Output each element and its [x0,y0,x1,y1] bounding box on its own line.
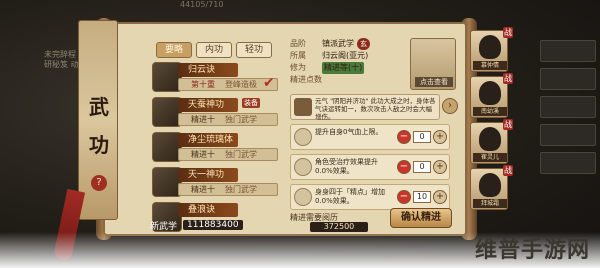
skill-level: 精进十 独门武学 [178,148,278,161]
martial-arts-banner: 武 功 ? [78,20,118,220]
skill-portrait[interactable]: 点击查看 [410,38,456,90]
currency-count: 111883400 [183,220,243,230]
character-name: 崔灵儿 [473,153,507,162]
skill-name: 天一神功 [178,168,238,182]
new-skill-label: 新武学 [150,221,178,232]
attr-value: 镇派武学 [322,39,354,48]
skill-description: 元气 "阴阳并济功" 此功大成之时，身体各气诀运转如一，数次攻击人敌之时会大幅增… [290,94,440,121]
rank-badge: 玄 [357,38,370,50]
minus-button[interactable]: − [397,190,411,204]
skill-tag: 独门武学 [225,185,257,194]
upgrade-text: 角色受治疗效果提升0.0%效果。 [315,158,378,175]
upgrade-row: 提升自身0气血上限。 − 0 + [290,124,450,150]
attr-key: 修为 [290,63,306,72]
upgrade-row: 角色受治疗效果提升0.0%效果。 − 0 + [290,154,450,180]
menu-slot[interactable] [540,96,596,118]
buff-icon [294,188,312,206]
skill-level-text: 精进十 [191,150,215,159]
banner-char: 武 [89,95,109,119]
attr-value: 归云阁(亚元) [322,51,369,60]
skill-name: 归云诀 [178,63,238,77]
refine-bar: 精进需要阅历 372500 确认精进 [290,208,460,232]
banner-char: 功 [89,133,109,157]
site-watermark: 维普手游网 [474,237,590,263]
skill-detail: 品阶 镇派武学 玄 所属 归云阁(亚元) 修为 精进等(十) 精进点数 点击查看… [290,38,460,210]
skill-list: 归云诀 第十重 登峰造极 ✔ 天蚕神功 装备 精进十 独门武学 净尘琉璃体 精进十独… [150,62,280,237]
plus-button[interactable]: + [433,130,447,144]
skill-level: 精进十 独门武学 [178,113,278,126]
skill-tag: 独门武学 [225,150,257,159]
skill-item[interactable]: 天蚕神功 装备 精进十 独门武学 [150,97,280,129]
skill-item[interactable]: 净尘琉璃体 精进十 独门武学 [150,132,280,164]
upgrade-row: 身身四于「精点」增加0.0%效果。 − 10 + [290,184,450,210]
battle-badge: 战 [503,119,513,130]
attr-key: 品阶 [290,39,306,48]
next-arrow-icon[interactable]: › [442,98,458,114]
minus-button[interactable]: − [397,130,411,144]
background-side-menu [540,40,596,180]
menu-slot[interactable] [540,152,596,174]
menu-slot[interactable] [540,124,596,146]
tab-overview[interactable]: 要略 [156,42,192,58]
skill-desc-icon [294,98,312,116]
help-icon[interactable]: ? [91,175,107,191]
portrait-caption: 点击查看 [415,77,453,87]
character-card[interactable]: 战 崔灵儿 [470,119,513,164]
tab-light-skill[interactable]: 轻功 [236,42,272,58]
skill-level-text: 精进十 [191,185,215,194]
skill-level-text: 精进十 [191,115,215,124]
skill-name: 叠浪诀 [178,203,238,217]
battle-badge: 战 [503,73,513,84]
character-list: 战 慕仲情 战 南幼溪 战 崔灵儿 战 拜城霜 [470,27,513,214]
skill-level-text: 第十重 [191,80,215,89]
value-stepper: − 0 + [397,130,447,144]
value-stepper: − 0 + [397,160,447,174]
character-name: 南幼溪 [473,107,507,116]
tab-inner-skill[interactable]: 内功 [196,42,232,58]
menu-slot[interactable] [540,40,596,62]
description-text: 元气 "阴阳并济功" 此功大成之时，身体各气诀运转如一，数次攻击人敌之时会大幅增… [315,97,436,121]
battle-badge: 战 [503,165,513,176]
character-card[interactable]: 战 拜城霜 [470,165,513,210]
menu-slot[interactable] [540,68,596,90]
plus-button[interactable]: + [433,160,447,174]
value-stepper: − 10 + [397,190,447,204]
character-avatar [479,81,501,105]
new-skill-bar[interactable]: 新武学 111883400 [150,218,243,232]
stepper-value: 0 [413,161,431,173]
skill-level: 精进十 独门武学 [178,183,278,196]
stepper-value: 10 [413,191,431,203]
skill-name: 净尘琉璃体 [178,133,238,147]
checkmark-icon: ✔ [263,75,275,91]
skill-item[interactable]: 天一神功 精进十 独门武学 [150,167,280,199]
character-name: 慕仲情 [473,61,507,70]
confirm-refine-button[interactable]: 确认精进 [390,208,452,228]
attr-value: 精进等(十) [322,62,365,74]
skill-name: 天蚕神功 [178,98,238,112]
skill-item[interactable]: 归云诀 第十重 登峰造极 ✔ [150,62,280,94]
skill-tag: 独门武学 [225,115,257,124]
character-card[interactable]: 战 南幼溪 [470,73,513,118]
exp-value: 372500 [310,222,368,232]
stepper-value: 0 [413,131,431,143]
plus-button[interactable]: + [433,190,447,204]
skill-tag: 登峰造极 [225,80,257,89]
character-card[interactable]: 战 慕仲情 [470,27,513,72]
attr-key: 所属 [290,51,306,60]
upgrade-text: 身身四于「精点」增加0.0%效果。 [315,188,385,205]
heal-icon [294,158,312,176]
character-avatar [479,173,501,197]
battle-badge: 战 [503,27,513,38]
resource-value: 44105/710 [180,0,224,9]
character-avatar [479,35,501,59]
attr-key: 精进点数 [290,75,322,84]
equip-badge: 装备 [242,98,260,108]
character-name: 拜城霜 [473,199,507,208]
category-tabs: 要略 内功 轻功 [156,42,272,58]
minus-button[interactable]: − [397,160,411,174]
heart-icon [294,128,312,146]
upgrade-text: 提升自身0气血上限。 [315,128,383,136]
top-resource-bar: 44105/710 [180,0,440,12]
character-avatar [479,127,501,151]
